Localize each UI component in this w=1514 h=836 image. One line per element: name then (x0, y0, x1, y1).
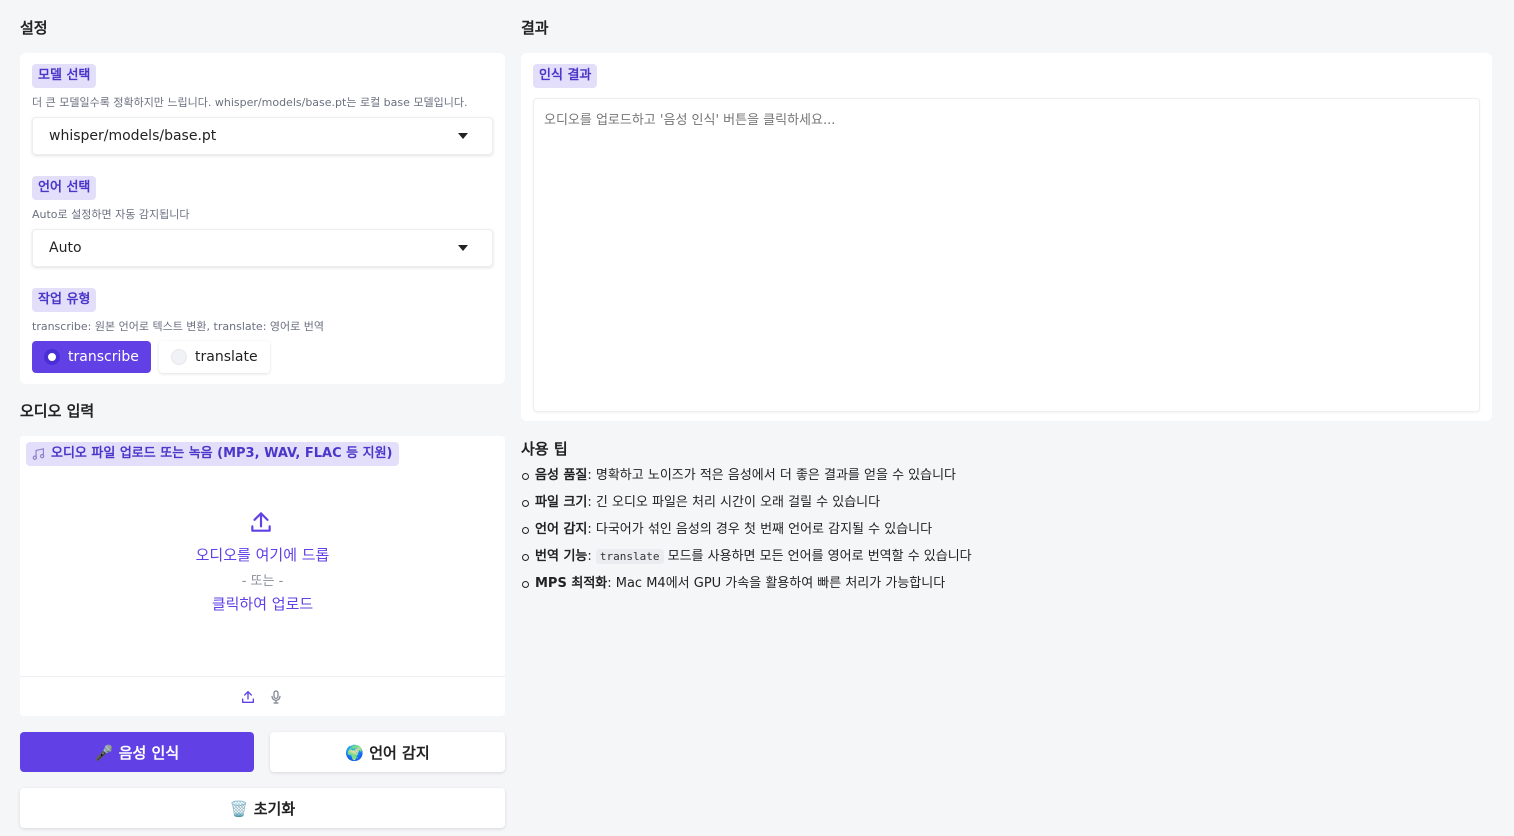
radio-unselected-icon (171, 349, 187, 365)
radio-translate-label: translate (195, 349, 258, 365)
tip-label: MPS 최적화 (535, 576, 608, 591)
tip-item: 번역 기능: translate 모드를 사용하면 모든 언어를 영어로 번역할… (521, 543, 972, 570)
audio-upload-label-text: 오디오 파일 업로드 또는 녹음 (MP3, WAV, FLAC 등 지원) (51, 446, 393, 461)
audio-source-bar (20, 676, 505, 716)
tip-text-post: 모드를 사용하면 모든 언어를 영어로 번역할 수 있습니다 (663, 549, 972, 564)
language-select-label: 언어 선택 (32, 176, 97, 200)
model-select-dropdown[interactable]: whisper/models/base.pt (32, 117, 493, 155)
model-select-hint: 더 큰 모델일수록 정확하지만 느립니다. whisper/models/bas… (32, 96, 468, 109)
detect-language-button[interactable]: 🌍 언어 감지 (270, 732, 505, 772)
tips-title: 사용 팁 (521, 440, 568, 458)
audio-input-title: 오디오 입력 (20, 402, 95, 420)
drop-text: 오디오를 여기에 드롭 (195, 546, 330, 564)
upload-icon (251, 512, 271, 532)
language-select-value: Auto (49, 240, 82, 256)
audio-drop-zone[interactable]: 오디오를 여기에 드롭 - 또는 - 클릭하여 업로드 (20, 476, 505, 676)
upload-source-icon[interactable] (240, 689, 256, 705)
tip-text: : 긴 오디오 파일은 처리 시간이 오래 걸릴 수 있습니다 (587, 495, 881, 510)
language-select-hint: Auto로 설정하면 자동 감지됩니다 (32, 208, 190, 221)
tip-text: : (587, 549, 596, 564)
chevron-down-icon (458, 133, 468, 139)
language-select-dropdown[interactable]: Auto (32, 229, 493, 267)
task-type-hint: transcribe: 원본 언어로 텍스트 변환, translate: 영어… (32, 320, 324, 333)
audio-upload-panel: 오디오 파일 업로드 또는 녹음 (MP3, WAV, FLAC 등 지원) 오… (20, 436, 505, 716)
model-select-label: 모델 선택 (32, 64, 97, 88)
tip-item: 파일 크기: 긴 오디오 파일은 처리 시간이 오래 걸릴 수 있습니다 (521, 489, 972, 516)
music-note-icon (32, 447, 45, 460)
tip-item: 음성 품질: 명확하고 노이즈가 적은 음성에서 더 좋은 결과를 얻을 수 있… (521, 462, 972, 489)
audio-upload-label: 오디오 파일 업로드 또는 녹음 (MP3, WAV, FLAC 등 지원) (26, 442, 399, 466)
radio-selected-icon (44, 349, 60, 365)
tip-code: translate (595, 549, 664, 564)
task-type-label: 작업 유형 (32, 288, 97, 312)
radio-transcribe-label: transcribe (68, 349, 139, 365)
radio-translate[interactable]: translate (159, 341, 270, 373)
tip-text: : 다국어가 섞인 음성의 경우 첫 번째 언어로 감지될 수 있습니다 (587, 522, 933, 537)
microphone-icon[interactable] (268, 689, 284, 705)
radio-transcribe[interactable]: transcribe (32, 341, 151, 373)
tip-label: 파일 크기 (535, 495, 588, 510)
model-select-value: whisper/models/base.pt (49, 128, 217, 144)
tip-label: 언어 감지 (535, 522, 588, 537)
result-title: 결과 (521, 19, 549, 37)
settings-title: 설정 (20, 19, 48, 37)
tip-item: 언어 감지: 다국어가 섞인 음성의 경우 첫 번째 언어로 감지될 수 있습니… (521, 516, 972, 543)
recognize-button[interactable]: 🎤 음성 인식 (20, 732, 254, 772)
result-textarea[interactable] (533, 98, 1480, 412)
chevron-down-icon (458, 245, 468, 251)
tip-label: 음성 품질 (535, 468, 588, 483)
tip-text: : Mac M4에서 GPU 가속을 활용하여 빠른 처리가 가능합니다 (607, 576, 946, 591)
tip-item: MPS 최적화: Mac M4에서 GPU 가속을 활용하여 빠른 처리가 가능… (521, 570, 972, 597)
reset-button[interactable]: 🗑️ 초기화 (20, 788, 505, 828)
tip-text: : 명확하고 노이즈가 적은 음성에서 더 좋은 결과를 얻을 수 있습니다 (587, 468, 956, 483)
settings-panel: 모델 선택 더 큰 모델일수록 정확하지만 느립니다. whisper/mode… (20, 53, 505, 384)
click-upload-text: 클릭하여 업로드 (211, 595, 314, 613)
or-text: - 또는 - (241, 574, 284, 589)
tips-list: 음성 품질: 명확하고 노이즈가 적은 음성에서 더 좋은 결과를 얻을 수 있… (521, 462, 972, 597)
tip-label: 번역 기능 (535, 549, 588, 564)
result-label: 인식 결과 (533, 64, 598, 88)
